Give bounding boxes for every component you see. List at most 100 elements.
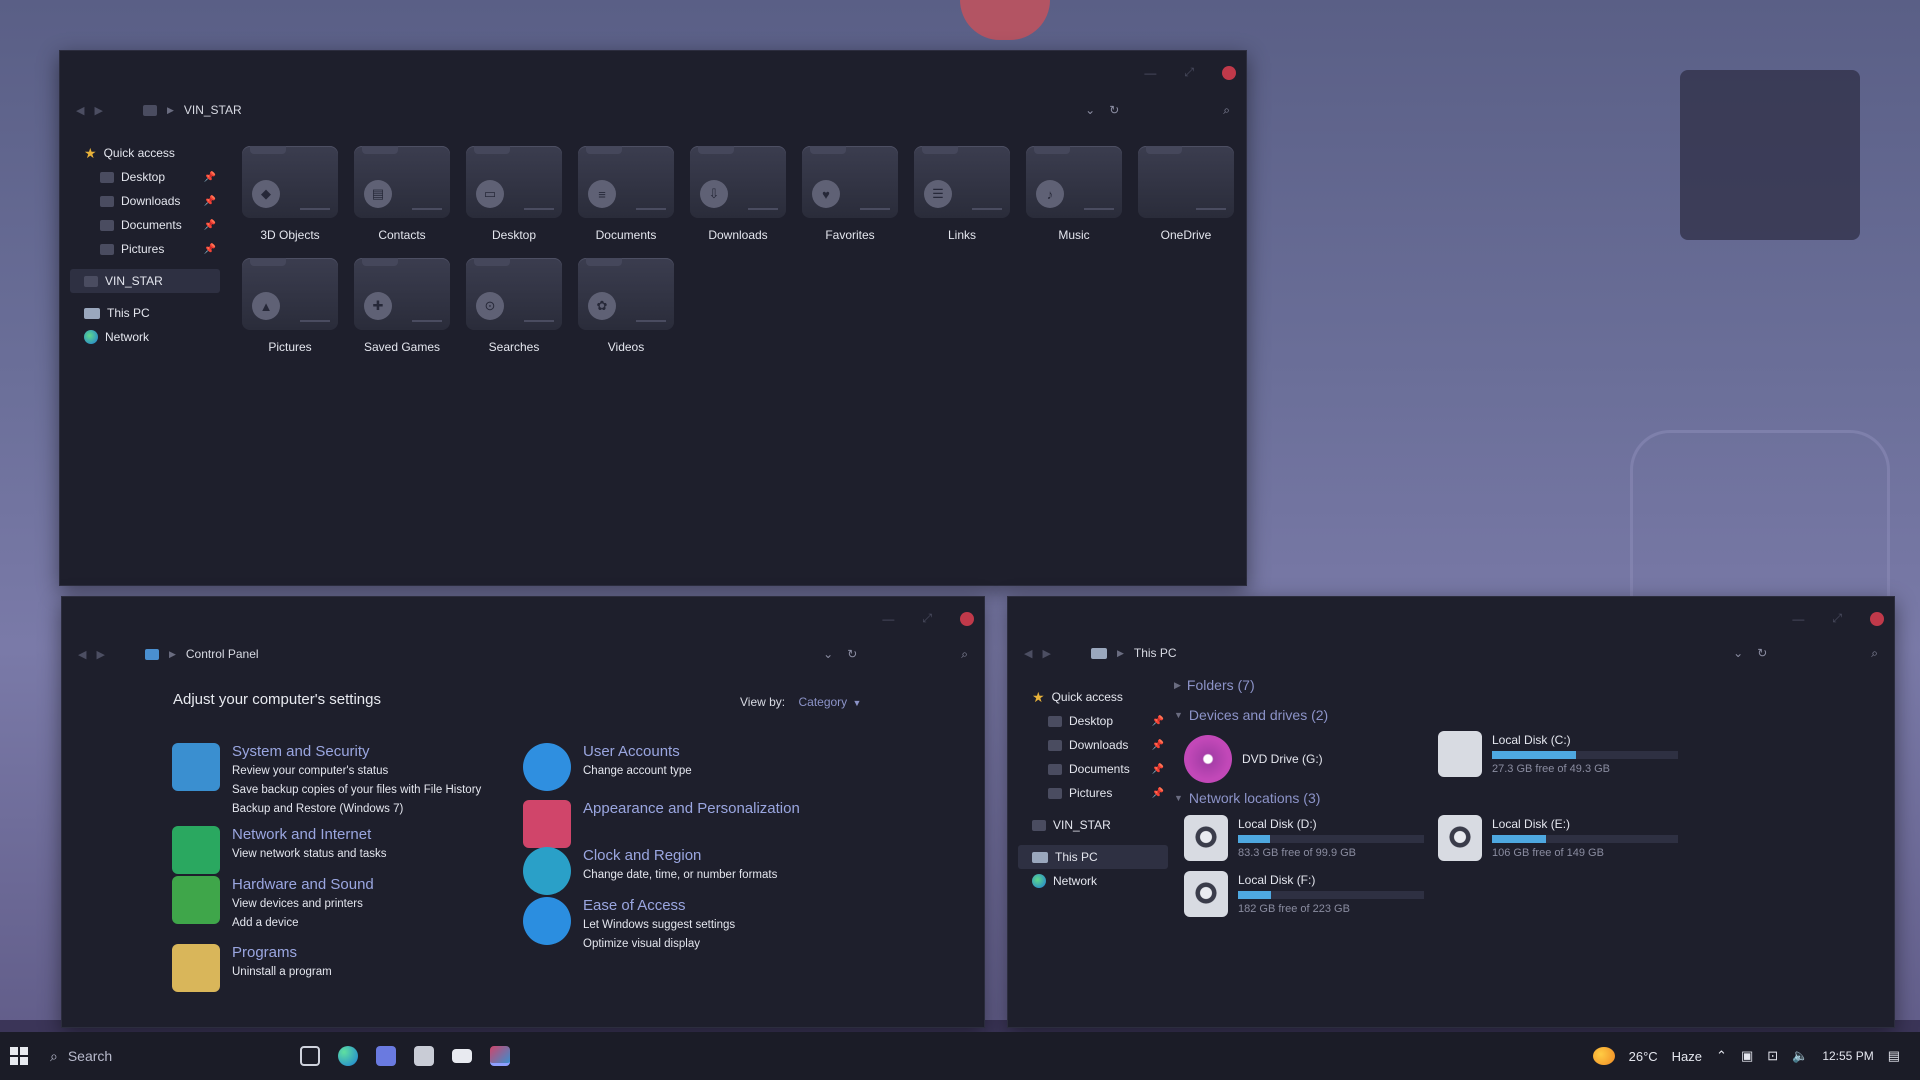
sidebar-item-documents[interactable]: Documents 📌	[1018, 757, 1168, 781]
taskbar-search[interactable]: ⌕ Search	[50, 1048, 280, 1065]
sidebar-item-quick-access[interactable]: ★ Quick access	[70, 141, 220, 165]
control-panel-taskbar-icon[interactable]	[490, 1046, 510, 1066]
programs-icon[interactable]	[172, 944, 220, 992]
sidebar-item-pictures[interactable]: Pictures 📌	[70, 237, 220, 261]
close-button[interactable]	[960, 611, 974, 626]
sidebar-item-this-pc[interactable]: This PC	[1018, 845, 1168, 869]
user-accounts-icon[interactable]	[523, 743, 571, 791]
folder-tile[interactable]: ✿ Videos	[578, 258, 674, 354]
file-explorer-icon[interactable]	[376, 1046, 396, 1066]
pin-icon[interactable]: 📌	[204, 172, 216, 183]
category-title-link[interactable]: Network and Internet	[232, 826, 386, 843]
maximize-button[interactable]: ⤢	[1184, 65, 1194, 80]
clock-and-region-icon[interactable]	[523, 847, 571, 895]
sidebar-item-pictures[interactable]: Pictures 📌	[1018, 781, 1168, 805]
hardware-and-sound-icon[interactable]	[172, 876, 220, 924]
close-button[interactable]	[1870, 611, 1884, 626]
category-sub-link[interactable]: Review your computer's status	[232, 763, 481, 779]
pin-icon[interactable]: 📌	[1152, 788, 1164, 799]
group-network[interactable]: ▼ Network locations (3)	[1174, 790, 1320, 806]
forward-arrow-icon[interactable]: ▶	[96, 648, 104, 661]
disk-drive-e[interactable]: Local Disk (E:) 106 GB free of 149 GB	[1438, 815, 1678, 861]
category-sub-link[interactable]: Uninstall a program	[232, 964, 332, 980]
category-title-link[interactable]: Ease of Access	[583, 897, 735, 914]
sidebar-item-vin-star[interactable]: VIN_STAR	[1018, 813, 1168, 837]
refresh-icon[interactable]: ↻	[847, 647, 857, 662]
folder-tile[interactable]: ✚ Saved Games	[354, 258, 450, 354]
sidebar-item-this-pc[interactable]: This PC	[70, 301, 220, 325]
category-sub-link[interactable]: Add a device	[232, 915, 374, 931]
task-view-icon[interactable]	[300, 1046, 320, 1066]
category-title-link[interactable]: Programs	[232, 944, 332, 961]
sidebar-item-network[interactable]: Network	[70, 325, 220, 349]
view-by-dropdown[interactable]: Category	[798, 695, 847, 709]
breadcrumb-path[interactable]: Control Panel	[186, 647, 259, 661]
folder-tile[interactable]: ▭ Desktop	[466, 146, 562, 242]
maximize-button[interactable]: ⤢	[922, 611, 932, 626]
category-sub-link[interactable]: Change account type	[583, 763, 692, 779]
category-sub-link[interactable]: Backup and Restore (Windows 7)	[232, 801, 481, 817]
folder-tile[interactable]: ≡ Documents	[578, 146, 674, 242]
sidebar-item-quick-access[interactable]: ★ Quick access	[1018, 685, 1168, 709]
folder-tile[interactable]: ♪ Music	[1026, 146, 1122, 242]
folder-tile[interactable]: ◆ 3D Objects	[242, 146, 338, 242]
windows-start-icon[interactable]	[10, 1047, 28, 1065]
category-title-link[interactable]: Hardware and Sound	[232, 876, 374, 893]
sidebar-item-documents[interactable]: Documents 📌	[70, 213, 220, 237]
forward-arrow-icon[interactable]: ▶	[94, 104, 102, 117]
edge-browser-icon[interactable]	[338, 1046, 358, 1066]
group-devices[interactable]: ▼ Devices and drives (2)	[1174, 707, 1328, 723]
search-icon[interactable]: ⌕	[1871, 646, 1878, 661]
chevron-down-icon[interactable]: ⌄	[1733, 646, 1743, 661]
category-title-link[interactable]: Appearance and Personalization	[583, 800, 800, 817]
category-title-link[interactable]: User Accounts	[583, 743, 692, 760]
sidebar-item-vin-star[interactable]: VIN_STAR	[70, 269, 220, 293]
back-arrow-icon[interactable]: ◀	[1024, 647, 1032, 660]
chevron-down-icon[interactable]: ⌄	[1085, 103, 1095, 118]
appearance-and-personalization-icon[interactable]	[523, 800, 571, 848]
mail-icon[interactable]	[452, 1049, 472, 1063]
sidebar-item-desktop[interactable]: Desktop 📌	[70, 165, 220, 189]
dvd-drive[interactable]: DVD Drive (G:)	[1184, 735, 1323, 783]
search-icon[interactable]: ⌕	[1223, 103, 1230, 118]
minimize-button[interactable]: —	[1144, 66, 1156, 80]
network-icon[interactable]: ⊡	[1767, 1048, 1778, 1064]
weather-temperature[interactable]: 26°C	[1629, 1049, 1658, 1064]
group-folders[interactable]: ▶ Folders (7)	[1174, 677, 1255, 693]
device-icon[interactable]: ▣	[1741, 1048, 1753, 1064]
sidebar-item-downloads[interactable]: Downloads 📌	[1018, 733, 1168, 757]
back-arrow-icon[interactable]: ◀	[78, 648, 86, 661]
folder-tile[interactable]: ⊙ Searches	[466, 258, 562, 354]
disk-drive-f[interactable]: Local Disk (F:) 182 GB free of 223 GB	[1184, 871, 1424, 917]
pin-icon[interactable]: 📌	[1152, 716, 1164, 727]
chevron-down-icon[interactable]: ▼	[853, 698, 862, 708]
maximize-button[interactable]: ⤢	[1832, 611, 1842, 626]
pin-icon[interactable]: 📌	[1152, 740, 1164, 751]
clock[interactable]: 12:55 PM	[1822, 1049, 1873, 1063]
close-button[interactable]	[1222, 65, 1236, 80]
category-title-link[interactable]: System and Security	[232, 743, 481, 760]
store-icon[interactable]	[414, 1046, 434, 1066]
breadcrumb-path[interactable]: VIN_STAR	[184, 103, 242, 117]
minimize-button[interactable]: —	[1792, 612, 1804, 626]
disk-drive-c[interactable]: Local Disk (C:) 27.3 GB free of 49.3 GB	[1438, 731, 1678, 777]
pin-icon[interactable]: 📌	[1152, 764, 1164, 775]
category-title-link[interactable]: Clock and Region	[583, 847, 777, 864]
sidebar-item-downloads[interactable]: Downloads 📌	[70, 189, 220, 213]
volume-icon[interactable]: 🔈	[1792, 1048, 1808, 1064]
folder-tile[interactable]: ⇩ Downloads	[690, 146, 786, 242]
forward-arrow-icon[interactable]: ▶	[1042, 647, 1050, 660]
pin-icon[interactable]: 📌	[204, 220, 216, 231]
folder-tile[interactable]: OneDrive	[1138, 146, 1234, 242]
chevron-down-icon[interactable]: ⌄	[823, 647, 833, 662]
sidebar-item-desktop[interactable]: Desktop 📌	[1018, 709, 1168, 733]
pin-icon[interactable]: 📌	[204, 196, 216, 207]
folder-tile[interactable]: ▲ Pictures	[242, 258, 338, 354]
system-and-security-icon[interactable]	[172, 743, 220, 791]
category-sub-link[interactable]: Save backup copies of your files with Fi…	[232, 782, 481, 798]
refresh-icon[interactable]: ↻	[1757, 646, 1767, 661]
folder-tile[interactable]: ♥ Favorites	[802, 146, 898, 242]
ease-of-access-icon[interactable]	[523, 897, 571, 945]
breadcrumb-path[interactable]: This PC	[1134, 646, 1177, 660]
sidebar-item-network[interactable]: Network	[1018, 869, 1168, 893]
